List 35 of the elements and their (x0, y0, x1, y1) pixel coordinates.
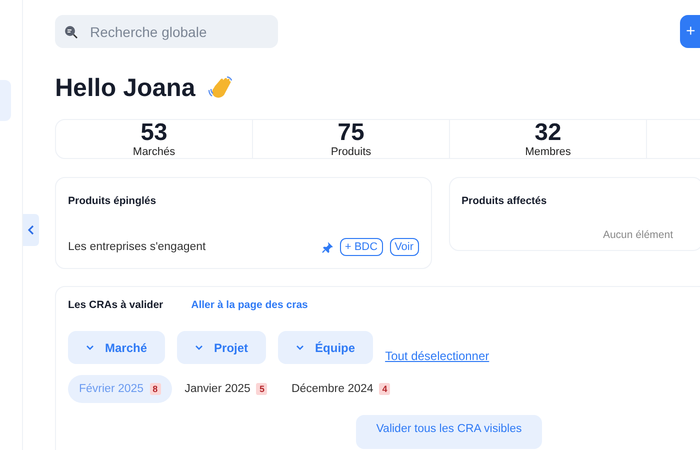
greeting-heading: Hello Joana (55, 74, 196, 103)
count-badge: 5 (256, 383, 268, 395)
month-tab[interactable]: Février 2025 8 (68, 375, 172, 403)
validate-all-button[interactable]: Valider tous les CRA visibles (356, 415, 542, 449)
filter-dropdown[interactable]: Projet (177, 331, 266, 364)
count-badge: 8 (150, 383, 161, 395)
month-tab[interactable]: Décembre 2024 4 (280, 375, 402, 403)
empty-text: Aucun élément (602, 229, 674, 241)
month-tab[interactable]: Janvier 2025 5 (174, 375, 278, 403)
search-field[interactable]: Recherche globale (55, 15, 278, 48)
stat-value: 32 (534, 120, 562, 146)
filter-dropdown[interactable]: Marché (68, 331, 166, 364)
pin-icon[interactable] (322, 242, 333, 252)
card-title: Produits épinglés (68, 195, 156, 207)
cra-page-link[interactable]: Aller à la page des cras (191, 299, 308, 311)
deselect-all-link[interactable]: Tout déselectionner (385, 348, 490, 362)
add-button[interactable]: + (680, 15, 700, 48)
filter-dropdown[interactable]: Équipe (278, 331, 374, 364)
view-button[interactable]: Voir (390, 238, 419, 256)
add-order-button[interactable]: + BDC (340, 238, 383, 256)
stat-label: Produits (330, 146, 372, 158)
collapse-button[interactable] (23, 214, 39, 246)
section-title: Les CRAs à valider (68, 299, 164, 311)
count-badge: 4 (379, 383, 390, 395)
stat-value: 75 (338, 120, 364, 146)
chevron-left-icon (28, 225, 34, 235)
stat-value: 53 (140, 120, 168, 146)
chevron-down-icon (195, 345, 204, 350)
search-icon (64, 25, 78, 39)
product-name: Les entreprises s'engagent (68, 241, 207, 253)
chevron-down-icon (296, 345, 304, 350)
stat-label: Membres (525, 146, 571, 158)
stat-label: Marchés (132, 146, 176, 158)
card-title: Produits affectés (462, 195, 547, 207)
chevron-down-icon (86, 345, 94, 350)
